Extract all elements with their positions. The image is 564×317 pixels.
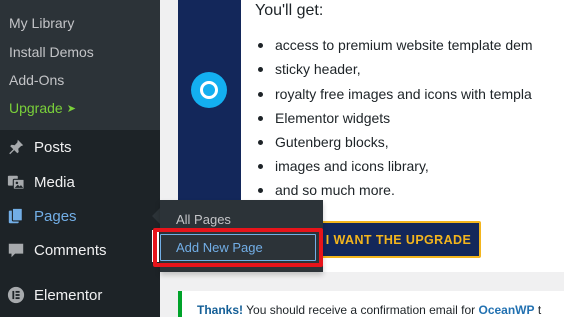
bullet-icon	[258, 116, 263, 121]
sidebar-item-comments[interactable]: Comments	[0, 233, 160, 267]
sidebar-item-label: Comments	[34, 241, 107, 259]
notice-strong: Thanks!	[197, 303, 244, 317]
notice-text-after: t	[534, 303, 542, 317]
notice-brand: OceanWP	[478, 303, 535, 317]
upgrade-button-label: I WANT THE UPGRADE	[325, 232, 472, 247]
submenu-item-install-demos[interactable]: Install Demos	[9, 44, 94, 60]
bullet-icon	[258, 67, 263, 72]
sidebar-item-posts[interactable]: Posts	[0, 130, 160, 164]
elementor-icon	[6, 285, 26, 305]
wp-admin-screen: My Library Install Demos Add-Ons Upgrade…	[0, 0, 564, 317]
feature-item: images and icons library,	[258, 158, 429, 174]
feature-text: sticky header,	[275, 61, 361, 77]
annotation-highlight-box	[153, 228, 323, 267]
feature-item: sticky header,	[258, 61, 361, 77]
sidebar-item-media[interactable]: Media	[0, 165, 160, 199]
feature-item: and so much more.	[258, 182, 395, 198]
oceanwp-logo-icon	[191, 72, 227, 108]
sidebar-item-elementor[interactable]: Elementor	[0, 278, 160, 312]
submenu-item-upgrade[interactable]: Upgrade ➤	[9, 100, 76, 116]
pages-icon	[6, 206, 26, 226]
promo-heading: You'll get:	[255, 2, 324, 19]
feature-text: royalty free images and icons with templ…	[275, 86, 532, 102]
feature-text: images and icons library,	[275, 158, 429, 174]
feature-text: access to premium website template dem	[275, 37, 533, 53]
submenu-item-add-ons[interactable]: Add-Ons	[9, 72, 64, 88]
sidebar-item-label: Pages	[34, 207, 77, 225]
feature-text: Elementor widgets	[275, 110, 391, 126]
flyout-item-all-pages[interactable]: All Pages	[176, 212, 231, 227]
bullet-icon	[258, 43, 263, 48]
bullet-icon	[258, 140, 263, 145]
feature-text: Gutenberg blocks,	[275, 134, 389, 150]
oceanwp-submenu: My Library Install Demos Add-Ons Upgrade…	[0, 0, 160, 130]
feature-text: and so much more.	[275, 182, 395, 198]
feature-item: access to premium website template dem	[258, 37, 533, 53]
sidebar-item-pages[interactable]: Pages	[0, 199, 160, 233]
submenu-item-my-library[interactable]: My Library	[9, 15, 74, 31]
sidebar-item-label: Elementor	[34, 286, 103, 304]
sidebar-item-label: Media	[34, 173, 75, 191]
sidebar-item-label: Posts	[34, 138, 72, 156]
pushpin-icon	[6, 137, 26, 157]
feature-item: Gutenberg blocks,	[258, 134, 389, 150]
admin-sidebar: My Library Install Demos Add-Ons Upgrade…	[0, 0, 160, 317]
comment-icon	[6, 240, 26, 260]
bullet-icon	[258, 92, 263, 97]
upgrade-button[interactable]: I WANT THE UPGRADE	[316, 221, 481, 258]
upgrade-label: Upgrade	[9, 100, 63, 116]
bullet-icon	[258, 188, 263, 193]
notice-message: Thanks! You should receive a confirmatio…	[197, 303, 541, 317]
bullet-icon	[258, 164, 263, 169]
feature-item: royalty free images and icons with templ…	[258, 86, 532, 102]
notice-text-before: You should receive a confirmation email …	[243, 303, 479, 317]
arrow-right-icon: ➤	[66, 103, 76, 115]
media-icon	[6, 172, 26, 192]
feature-item: Elementor widgets	[258, 110, 391, 126]
